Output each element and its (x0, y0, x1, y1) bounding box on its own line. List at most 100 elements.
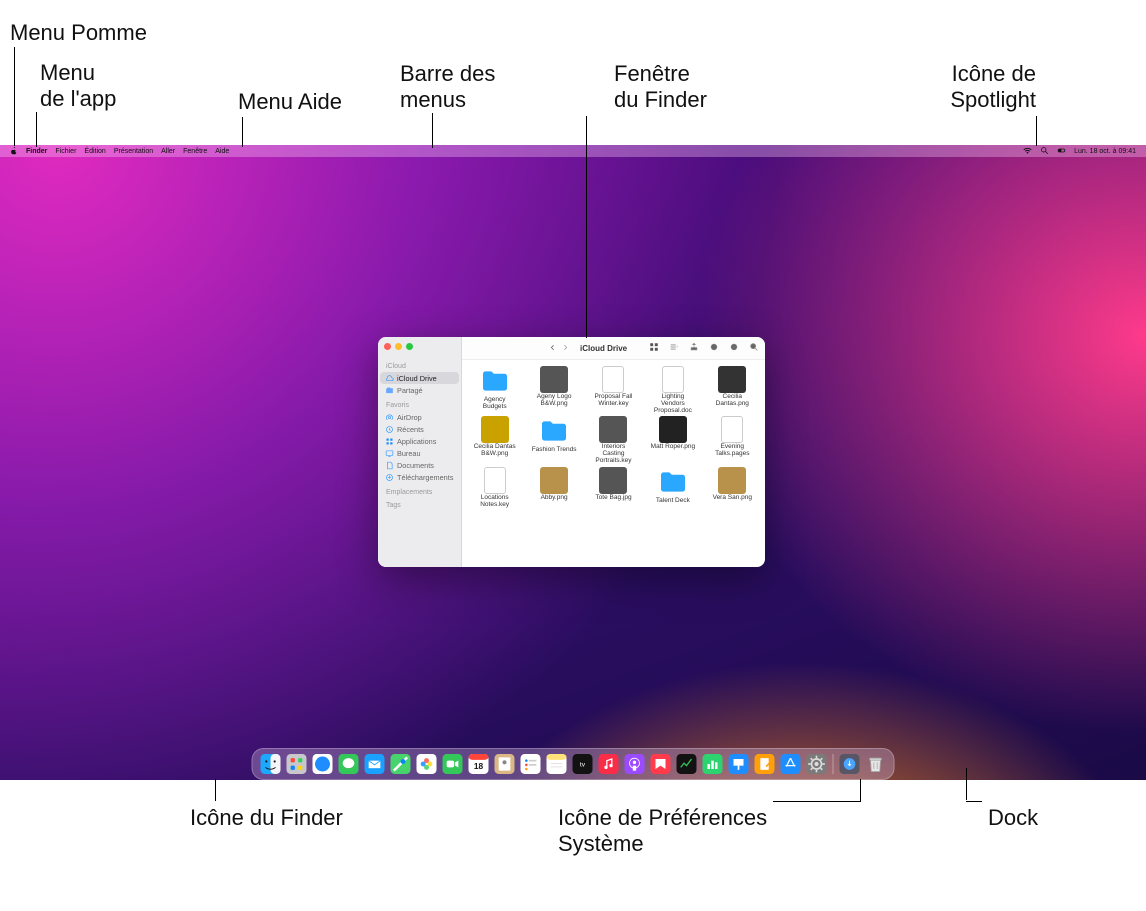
sidebar-item-partagé[interactable]: Partagé (380, 384, 459, 396)
dock-app-music[interactable] (597, 752, 621, 776)
document-icon (721, 416, 743, 443)
dock-app-trash[interactable] (864, 752, 888, 776)
file-label: Lighting Vendors Proposal.doc (650, 394, 696, 414)
file-label: Cecilia Dantas.png (709, 394, 755, 408)
file-item[interactable]: Evening Talks.pages (703, 416, 762, 464)
dock-app-pages[interactable] (753, 752, 777, 776)
sidebar-item-documents[interactable]: Documents (380, 459, 459, 471)
callout-icone-finder: Icône du Finder (190, 805, 343, 831)
dock-app-finder[interactable] (259, 752, 283, 776)
sidebar-item-airdrop[interactable]: AirDrop (380, 411, 459, 423)
action-button[interactable] (729, 339, 739, 357)
file-item[interactable]: Interiors Casting Portraits.key (584, 416, 643, 464)
dock-app-podcasts[interactable] (623, 752, 647, 776)
document-icon (662, 366, 684, 393)
dock-app-stocks[interactable] (675, 752, 699, 776)
file-label: Interiors Casting Portraits.key (590, 444, 636, 464)
svg-text:18: 18 (474, 761, 484, 771)
file-item[interactable]: Matt Roper.png (643, 416, 702, 464)
dock-app-facetime[interactable] (441, 752, 465, 776)
dock-app-system-preferences[interactable] (805, 752, 829, 776)
callout-fenetre-finder: Fenêtre du Finder (614, 61, 707, 140)
dock-app-numbers[interactable] (701, 752, 725, 776)
file-item[interactable]: Talent Deck (643, 467, 702, 509)
image-thumbnail-icon (718, 467, 746, 494)
dock-app-tv[interactable]: tv (571, 752, 595, 776)
callout-icone-preferences: Icône de Préférences Système (558, 805, 767, 911)
dock-app-reminders[interactable] (519, 752, 543, 776)
file-item[interactable]: Cecilia Dantas.png (703, 366, 762, 414)
spotlight-icon[interactable] (1040, 146, 1049, 157)
share-button[interactable] (689, 339, 699, 357)
dock: 18 tv (252, 748, 895, 780)
dock-app-notes[interactable] (545, 752, 569, 776)
dock-app-contacts[interactable] (493, 752, 517, 776)
sidebar-item-applications[interactable]: Applications (380, 435, 459, 447)
dock-app-mail[interactable] (363, 752, 387, 776)
view-options-button[interactable] (669, 339, 679, 357)
search-button[interactable] (749, 339, 759, 357)
view-icons-button[interactable] (649, 339, 659, 357)
control-center-icon[interactable] (1057, 146, 1066, 157)
menubar-item-edition[interactable]: Édition (84, 148, 105, 155)
file-item[interactable]: Proposal Fall Winter.key (584, 366, 643, 414)
dock-app-downloads[interactable] (838, 752, 862, 776)
file-item[interactable]: Agency Budgets (465, 366, 524, 414)
sidebar-item-label: AirDrop (397, 413, 422, 422)
file-item[interactable]: Vera San.png (703, 467, 762, 509)
sidebar-item-bureau[interactable]: Bureau (380, 447, 459, 459)
menubar[interactable]: Finder Fichier Édition Présentation Alle… (0, 145, 1146, 157)
sidebar-item-label: Récents (397, 425, 424, 434)
dock-app-maps[interactable] (389, 752, 413, 776)
minimize-button[interactable] (395, 343, 402, 350)
menubar-datetime[interactable]: Lun. 18 oct. à 09:41 (1074, 148, 1136, 155)
close-button[interactable] (384, 343, 391, 350)
dock-app-calendar[interactable]: 18 (467, 752, 491, 776)
apple-menu-icon[interactable] (10, 147, 18, 155)
dock-app-appstore[interactable] (779, 752, 803, 776)
menubar-item-aide[interactable]: Aide (215, 148, 229, 155)
dock-app-photos[interactable] (415, 752, 439, 776)
dock-app-messages[interactable] (337, 752, 361, 776)
menubar-item-fichier[interactable]: Fichier (55, 148, 76, 155)
fullscreen-button[interactable] (406, 343, 413, 350)
callout-menu-pomme: Menu Pomme (10, 20, 147, 46)
sidebar-item-téléchargements[interactable]: Téléchargements (380, 471, 459, 483)
dock-app-launchpad[interactable] (285, 752, 309, 776)
image-thumbnail-icon (659, 416, 687, 443)
file-item[interactable]: Cecilia Dantas B&W.png (465, 416, 524, 464)
file-label: Ageny Logo B&W.png (531, 394, 577, 408)
menubar-app-name[interactable]: Finder (26, 148, 47, 155)
dock-app-keynote[interactable] (727, 752, 751, 776)
file-item[interactable]: Lighting Vendors Proposal.doc (643, 366, 702, 414)
file-item[interactable]: Abby.png (524, 467, 583, 509)
callout-menu-app: Menu de l'app (40, 60, 116, 139)
menubar-item-aller[interactable]: Aller (161, 148, 175, 155)
callout-menu-aide: Menu Aide (238, 89, 342, 115)
sidebar-section-label: Favoris (386, 402, 459, 409)
file-item[interactable]: Locations Notes.key (465, 467, 524, 509)
file-label: Locations Notes.key (472, 495, 518, 509)
file-label: Abby.png (541, 495, 568, 502)
sidebar-item-icloud-drive[interactable]: iCloud Drive (380, 372, 459, 384)
image-thumbnail-icon (540, 366, 568, 393)
sidebar-item-label: iCloud Drive (397, 374, 437, 383)
dock-app-safari[interactable] (311, 752, 335, 776)
file-item[interactable]: Ageny Logo B&W.png (524, 366, 583, 414)
finder-toolbar: iCloud Drive (462, 337, 765, 360)
nav-back-button[interactable] (548, 339, 557, 357)
menubar-item-fenetre[interactable]: Fenêtre (183, 148, 207, 155)
file-item[interactable]: Fashion Trends (524, 416, 583, 464)
tag-button[interactable] (709, 339, 719, 357)
image-thumbnail-icon (718, 366, 746, 393)
image-thumbnail-icon (540, 467, 568, 494)
file-label: Agency Budgets (472, 397, 518, 411)
file-item[interactable]: Tote Bag.jpg (584, 467, 643, 509)
menubar-item-presentation[interactable]: Présentation (114, 148, 153, 155)
nav-forward-button[interactable] (561, 339, 570, 357)
wifi-icon[interactable] (1023, 146, 1032, 157)
sidebar-item-récents[interactable]: Récents (380, 423, 459, 435)
sidebar-item-label: Téléchargements (397, 473, 453, 482)
dock-app-news[interactable] (649, 752, 673, 776)
file-label: Fashion Trends (532, 447, 577, 454)
